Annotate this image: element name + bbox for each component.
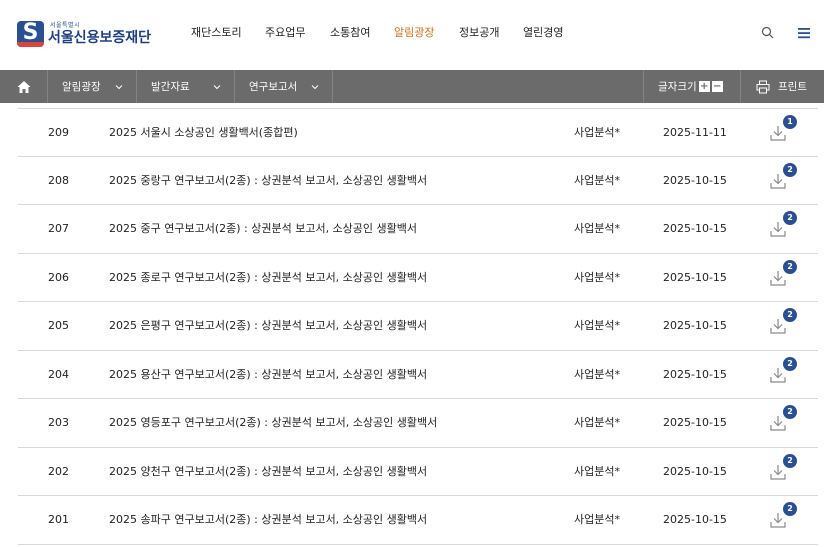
row-number: 205 <box>48 319 69 332</box>
row-category: 사업분석* <box>574 319 620 332</box>
table-row[interactable]: 208 2025 중랑구 연구보고서(2종) : 상권분석 보고서, 소상공인 생… <box>18 157 818 205</box>
row-title-link[interactable]: 2025 영등포구 연구보고서(2종) : 상권분석 보고서, 소상공인 생활백… <box>109 399 437 447</box>
row-category: 사업분석* <box>574 173 620 187</box>
row-date: 2025-10-15 <box>663 319 727 332</box>
table-row[interactable]: 202 2025 양천구 연구보고서(2종) : 상권분석 보고서, 소상공인 생… <box>18 448 818 496</box>
print-button[interactable]: 프린트 <box>742 70 824 103</box>
home-button[interactable] <box>0 70 48 103</box>
row-category: 사업분석* <box>574 222 620 235</box>
file-count-badge: 2 <box>783 162 797 177</box>
printer-icon <box>756 80 770 93</box>
download-button[interactable]: 2 <box>767 399 801 447</box>
row-title-link[interactable]: 2025 송파구 연구보고서(2종) : 상권분석 보고서, 소상공인 생활백서 <box>109 496 427 544</box>
font-size-control: 글자크기 + − <box>643 70 741 103</box>
print-label: 프린트 <box>778 81 807 93</box>
download-button[interactable]: 2 <box>767 157 801 205</box>
nav-item-communication[interactable]: 소통참여 <box>330 25 370 41</box>
row-category: 사업분석* <box>574 270 620 284</box>
home-icon <box>17 80 30 93</box>
file-count-badge: 2 <box>783 259 797 274</box>
row-title-link[interactable]: 2025 양천구 연구보고서(2종) : 상권분석 보고서, 소상공인 생활백서 <box>109 448 427 496</box>
row-category: 사업분석* <box>574 416 620 429</box>
row-title-link[interactable]: 2025 서울시 소상공인 생활백서(종합편) <box>109 109 298 157</box>
report-list: 209 2025 서울시 소상공인 생활백서(종합편) 사업분석* 2025-11-1… <box>18 108 818 545</box>
logo-mark-icon: S <box>17 21 44 47</box>
site-logo[interactable]: S 서울특별시 서울신용보증재단 <box>17 20 151 48</box>
row-date: 2025-10-15 <box>663 222 727 235</box>
row-date: 2025-10-15 <box>663 173 727 187</box>
chevron-down-icon <box>115 85 123 90</box>
row-date: 2025-10-15 <box>663 270 727 284</box>
row-date: 2025-10-15 <box>663 513 727 526</box>
table-row[interactable]: 206 2025 종로구 연구보고서(2종) : 상권분석 보고서, 소상공인 생… <box>18 254 818 302</box>
site-header: S 서울특별시 서울신용보증재단 재단스토리 주요업무 소통참여 알림광장 정보… <box>0 0 824 70</box>
font-size-label: 글자크기 <box>658 81 697 93</box>
sub-navigation-bar: 알림광장 발간자료 연구보고서 글자크기 + − 프린트 <box>0 70 824 103</box>
nav-item-main-business[interactable]: 주요업무 <box>265 25 305 41</box>
search-icon[interactable] <box>760 25 776 41</box>
table-row[interactable]: 207 2025 중구 연구보고서(2종) : 상권분석 보고서, 소상공인 생활… <box>18 205 818 254</box>
row-title-link[interactable]: 2025 중구 연구보고서(2종) : 상권분석 보고서, 소상공인 생활백서 <box>109 205 417 253</box>
download-button[interactable]: 1 <box>767 109 801 157</box>
download-button[interactable]: 2 <box>767 302 801 350</box>
table-row[interactable]: 201 2025 송파구 연구보고서(2종) : 상권분석 보고서, 소상공인 생… <box>18 496 818 545</box>
table-row[interactable]: 205 2025 은평구 연구보고서(2종) : 상권분석 보고서, 소상공인 생… <box>18 302 818 351</box>
row-number: 201 <box>48 513 69 526</box>
row-date: 2025-10-15 <box>663 464 727 478</box>
font-decrease-button[interactable]: − <box>711 81 723 92</box>
nav-item-info-disclosure[interactable]: 정보공개 <box>459 25 499 41</box>
breadcrumb-notice-plaza[interactable]: 알림광장 <box>48 70 137 103</box>
breadcrumb-publications[interactable]: 발간자료 <box>137 70 235 103</box>
row-number: 208 <box>48 173 69 187</box>
row-number: 206 <box>48 270 69 284</box>
file-count-badge: 2 <box>783 211 797 225</box>
nav-item-open-management[interactable]: 열린경영 <box>523 25 563 41</box>
row-title-link[interactable]: 2025 중랑구 연구보고서(2종) : 상권분석 보고서, 소상공인 생활백서 <box>109 157 427 205</box>
row-category: 사업분석* <box>574 126 620 139</box>
row-date: 2025-11-11 <box>663 126 727 139</box>
table-row[interactable]: 209 2025 서울시 소상공인 생활백서(종합편) 사업분석* 2025-11-1… <box>18 108 818 157</box>
row-number: 209 <box>48 126 69 139</box>
download-button[interactable]: 2 <box>767 205 801 253</box>
logo-title: 서울신용보증재단 <box>48 29 152 46</box>
row-category: 사업분석* <box>574 513 620 526</box>
row-number: 203 <box>48 416 69 429</box>
file-count-badge: 2 <box>783 308 797 322</box>
file-count-badge: 2 <box>783 356 797 371</box>
font-increase-button[interactable]: + <box>698 81 710 92</box>
table-row[interactable]: 203 2025 영등포구 연구보고서(2종) : 상권분석 보고서, 소상공인 … <box>18 399 818 448</box>
download-button[interactable]: 2 <box>767 448 801 496</box>
breadcrumb-research-reports[interactable]: 연구보고서 <box>235 70 333 103</box>
row-title-link[interactable]: 2025 용산구 연구보고서(2종) : 상권분석 보고서, 소상공인 생활백서 <box>109 351 427 399</box>
file-count-badge: 2 <box>783 453 797 468</box>
row-category: 사업분석* <box>574 367 620 381</box>
file-count-badge: 2 <box>783 502 797 516</box>
logo-subtitle: 서울특별시 <box>50 21 81 29</box>
row-category: 사업분석* <box>574 464 620 478</box>
hamburger-menu-icon[interactable] <box>796 25 812 41</box>
row-number: 202 <box>48 464 69 478</box>
row-date: 2025-10-15 <box>663 416 727 429</box>
row-title-link[interactable]: 2025 은평구 연구보고서(2종) : 상권분석 보고서, 소상공인 생활백서 <box>109 302 427 350</box>
download-button[interactable]: 2 <box>767 496 801 544</box>
row-number: 204 <box>48 367 69 381</box>
nav-item-foundation-story[interactable]: 재단스토리 <box>191 25 242 41</box>
nav-item-notice-plaza[interactable]: 알림광장 <box>394 25 434 41</box>
download-button[interactable]: 2 <box>767 351 801 399</box>
file-count-badge: 2 <box>783 405 797 419</box>
download-button[interactable]: 2 <box>767 254 801 302</box>
row-title-link[interactable]: 2025 종로구 연구보고서(2종) : 상권분석 보고서, 소상공인 생활백서 <box>109 254 427 302</box>
table-row[interactable]: 204 2025 용산구 연구보고서(2종) : 상권분석 보고서, 소상공인 생… <box>18 351 818 399</box>
row-date: 2025-10-15 <box>663 367 727 381</box>
file-count-badge: 1 <box>783 115 797 129</box>
row-number: 207 <box>48 222 69 235</box>
chevron-down-icon <box>213 85 221 90</box>
chevron-down-icon <box>311 85 319 90</box>
